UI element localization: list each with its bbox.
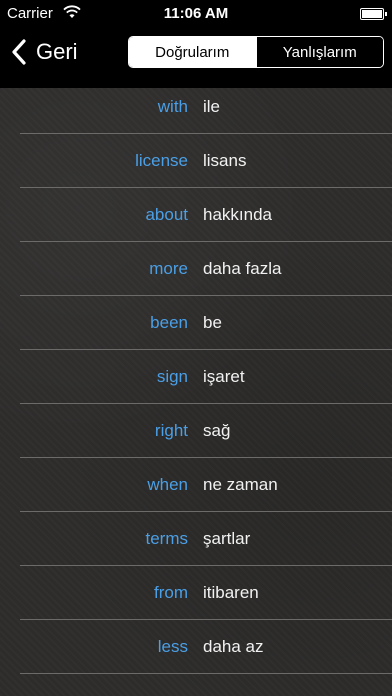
navigation-header: Carrier 11:06 AM Geri Doğrularım Yanlışl…: [0, 0, 392, 88]
list-item[interactable]: less daha az: [0, 628, 392, 682]
status-bar: Carrier 11:06 AM: [0, 0, 392, 28]
divider: [20, 187, 392, 188]
list-item[interactable]: when ne zaman: [0, 466, 392, 520]
battery-icon: [360, 8, 387, 20]
divider: [20, 133, 392, 134]
list-item[interactable]: right sağ: [0, 412, 392, 466]
divider: [20, 349, 392, 350]
list-item[interactable]: been be: [0, 304, 392, 358]
list-item[interactable]: from itibaren: [0, 574, 392, 628]
list-item[interactable]: terms şartlar: [0, 520, 392, 574]
list-item[interactable]: with ile: [0, 88, 392, 142]
list-item[interactable]: sign işaret: [0, 358, 392, 412]
divider: [20, 511, 392, 512]
back-button-label: Geri: [36, 39, 78, 64]
list-item[interactable]: more daha fazla: [0, 250, 392, 304]
divider: [20, 673, 392, 674]
divider: [20, 457, 392, 458]
status-time: 11:06 AM: [163, 5, 229, 22]
divider: [20, 403, 392, 404]
back-button[interactable]: Geri: [10, 35, 78, 69]
segment-correct[interactable]: Doğrularım: [129, 37, 256, 67]
divider: [20, 565, 392, 566]
divider: [20, 241, 392, 242]
segment-wrong[interactable]: Yanlışlarım: [255, 37, 383, 67]
word-list: with ile license lisans about hakkında m…: [0, 88, 392, 682]
list-item[interactable]: about hakkında: [0, 196, 392, 250]
chevron-left-icon: [12, 39, 26, 65]
segmented-control: Doğrularım Yanlışlarım: [128, 36, 384, 68]
divider: [20, 295, 392, 296]
divider: [20, 619, 392, 620]
list-item[interactable]: license lisans: [0, 142, 392, 196]
